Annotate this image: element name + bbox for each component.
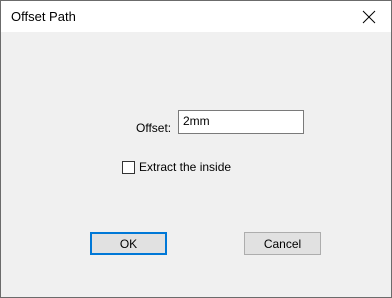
offset-input[interactable]: [178, 110, 304, 134]
close-icon: [362, 10, 375, 23]
offset-label: Offset:: [136, 121, 172, 135]
cancel-button[interactable]: Cancel: [244, 232, 321, 255]
ok-button[interactable]: OK: [90, 232, 167, 255]
extract-inside-label[interactable]: Extract the inside: [139, 160, 231, 174]
offset-path-dialog: Offset Path Offset: Extract the inside O…: [0, 0, 392, 298]
extract-inside-option[interactable]: Extract the inside: [122, 159, 231, 175]
dialog-title: Offset Path: [11, 9, 76, 24]
close-button[interactable]: [346, 1, 391, 32]
title-bar: Offset Path: [1, 1, 391, 32]
extract-inside-checkbox[interactable]: [122, 160, 135, 174]
